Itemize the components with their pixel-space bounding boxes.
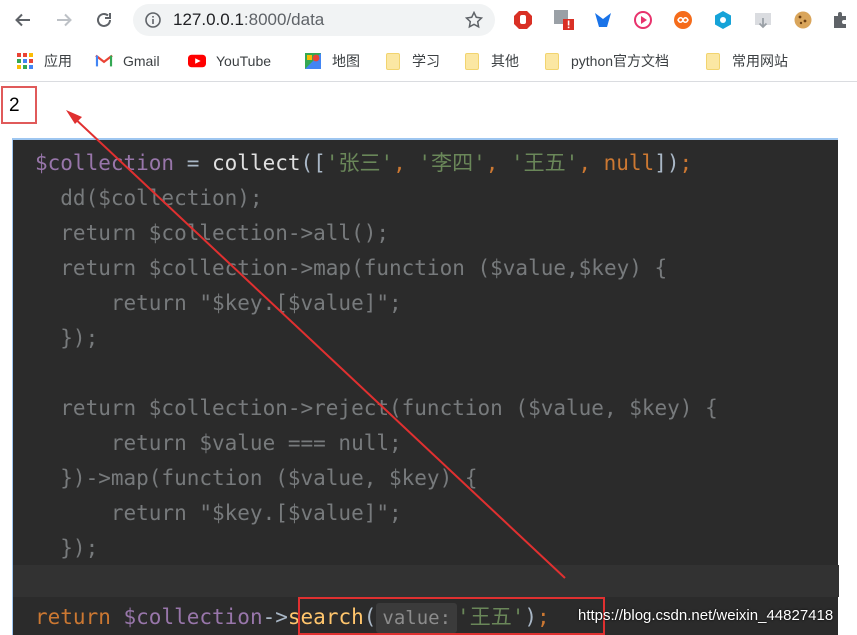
forward-arrow-icon [57, 13, 72, 27]
bookmark-label: 其他 [491, 53, 519, 69]
back-arrow-icon [15, 13, 30, 27]
csdn-watermark: https://blog.csdn.net/weixin_44827418 [578, 607, 834, 624]
folder-icon [704, 52, 722, 70]
code-line-collect: $collection = collect(['张三', '李四', '王五',… [35, 151, 693, 175]
hexagon-extension-icon[interactable] [712, 9, 734, 31]
result-highlight-box: 2 [1, 86, 37, 124]
bookmark-gmail[interactable]: Gmail [95, 50, 160, 72]
code-line: }); [35, 536, 99, 560]
media-extension-icon[interactable] [632, 9, 654, 31]
folder-icon [463, 52, 481, 70]
vpn-extension-icon[interactable] [592, 9, 614, 31]
infinity-extension-icon[interactable] [672, 9, 694, 31]
bookmark-folder-python-docs[interactable]: python官方文档 [543, 50, 669, 72]
bookmark-star-icon[interactable] [465, 11, 483, 29]
bookmark-label: 学习 [412, 53, 440, 69]
bookmark-label: 地图 [332, 53, 360, 69]
address-bar[interactable]: 127.0.0.1:8000/data [133, 4, 495, 36]
bookmark-label: python官方文档 [571, 53, 670, 69]
search-call-highlight-box [298, 597, 605, 635]
url-text: 127.0.0.1:8000/data [173, 10, 325, 29]
code-line: return $collection->all(); [35, 221, 390, 245]
code-line: }); [35, 326, 99, 350]
page-result-text: 2 [9, 95, 20, 116]
code-line: })->map(function ($value, $key) { [35, 466, 478, 490]
extension-alert-icon[interactable] [553, 9, 575, 31]
bookmarks-bar: 应用 Gmail YouTube 地图 学习 其他 python官方文档 常用网… [0, 40, 857, 82]
folder-icon [543, 52, 561, 70]
code-line: return $value === null; [35, 431, 402, 455]
folder-icon [384, 52, 402, 70]
bookmark-folder-common-sites[interactable]: 常用网站 [704, 50, 788, 72]
bookmark-youtube[interactable]: YouTube [188, 50, 271, 72]
code-line: return "$key.[$value]"; [35, 291, 402, 315]
bookmark-label: YouTube [216, 53, 272, 69]
bookmark-label: 常用网站 [732, 53, 788, 69]
reload-icon [97, 12, 111, 27]
bookmark-label: 应用 [44, 53, 72, 69]
bookmark-folder-other[interactable]: 其他 [463, 50, 519, 72]
download-extension-icon[interactable] [752, 9, 774, 31]
adblock-extension-icon[interactable] [512, 9, 534, 31]
bookmark-apps[interactable]: 应用 [16, 50, 72, 72]
current-line-highlight [13, 565, 839, 597]
maps-icon [304, 52, 322, 70]
youtube-icon [188, 52, 206, 70]
code-editor-screenshot: $collection = collect(['张三', '李四', '王五',… [12, 138, 839, 635]
forward-button[interactable] [50, 6, 78, 34]
code-line: return $collection->map(function ($value… [35, 256, 668, 280]
reload-button[interactable] [90, 6, 118, 34]
code-line: return "$key.[$value]"; [35, 501, 402, 525]
extensions-puzzle-icon[interactable] [830, 9, 852, 31]
bookmark-label: Gmail [123, 53, 160, 69]
info-icon[interactable] [145, 12, 161, 28]
code-line: return $collection->reject(function ($va… [35, 396, 718, 420]
bookmark-folder-study[interactable]: 学习 [384, 50, 440, 72]
gmail-icon [95, 52, 113, 70]
apps-grid-icon [16, 52, 34, 70]
browser-toolbar: 127.0.0.1:8000/data [0, 0, 857, 40]
back-button[interactable] [9, 6, 37, 34]
bookmark-maps[interactable]: 地图 [304, 50, 360, 72]
cookie-extension-icon[interactable] [792, 9, 814, 31]
code-line: dd($collection); [35, 186, 263, 210]
